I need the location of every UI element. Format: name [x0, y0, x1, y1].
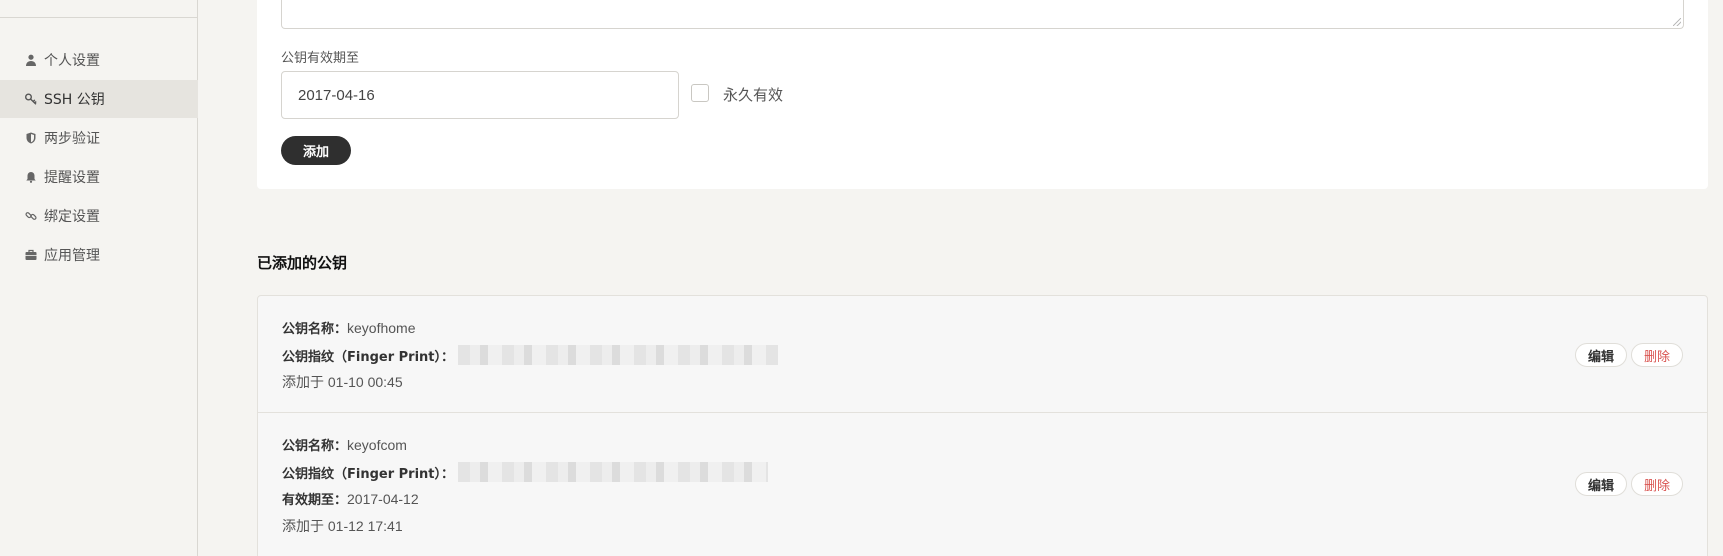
key-name-row: 公钥名称： keyofcom	[282, 435, 407, 455]
key-fingerprint-row: 公钥指纹（Finger Print）：	[282, 345, 779, 365]
link-icon	[24, 209, 38, 223]
sidebar-item-apps[interactable]: 应用管理	[0, 236, 198, 274]
sidebar-item-label: 提醒设置	[44, 170, 100, 186]
sidebar-divider	[0, 17, 198, 18]
edit-button[interactable]: 编辑	[1574, 343, 1627, 367]
bell-icon	[24, 170, 38, 184]
key-expiry-row: 有效期至： 2017-04-12	[282, 489, 419, 509]
section-title: 已添加的公钥	[257, 254, 348, 272]
user-icon	[24, 53, 38, 67]
sidebar-item-label: 个人设置	[44, 53, 100, 69]
sidebar-item-notifications[interactable]: 提醒设置	[0, 158, 198, 196]
key-added-text: 添加于 01-10 00:45	[282, 374, 403, 390]
delete-button[interactable]: 删除	[1630, 472, 1683, 496]
briefcase-icon	[24, 248, 38, 262]
key-expiry-value: 2017-04-12	[347, 490, 419, 507]
key-added-row: 添加于 01-10 00:45	[282, 372, 403, 392]
key-added-row: 添加于 01-12 17:41	[282, 516, 403, 536]
permanent-checkbox[interactable]	[691, 84, 709, 102]
key-name-row: 公钥名称： keyofhome	[282, 318, 416, 338]
key-fingerprint-row: 公钥指纹（Finger Print）：	[282, 462, 769, 482]
sidebar-item-label: 绑定设置	[44, 209, 100, 225]
resize-handle-icon[interactable]	[1673, 18, 1681, 26]
key-added-text: 添加于 01-12 17:41	[282, 518, 403, 534]
key-name-label: 公钥名称：	[282, 439, 348, 454]
key-fingerprint-label: 公钥指纹（Finger Print）：	[282, 349, 455, 365]
redacted-fingerprint	[458, 462, 769, 482]
key-fingerprint-label: 公钥指纹（Finger Print）：	[282, 466, 455, 482]
shield-icon	[24, 131, 38, 145]
add-button[interactable]: 添加	[281, 136, 351, 165]
key-expiry-label: 有效期至：	[282, 493, 348, 508]
key-name-label: 公钥名称：	[282, 322, 348, 337]
sidebar-item-ssh-keys[interactable]: SSH 公钥	[0, 80, 198, 118]
sidebar: 个人设置 SSH 公钥 两步验证 提醒设置 绑定设置 应用管理	[0, 0, 198, 556]
sidebar-item-label: SSH 公钥	[44, 92, 105, 108]
sidebar-item-label: 应用管理	[44, 248, 100, 264]
key-name-value: keyofcom	[347, 436, 407, 453]
sidebar-item-bindings[interactable]: 绑定设置	[0, 197, 198, 235]
key-actions: 编辑 删除	[1574, 472, 1683, 496]
key-actions: 编辑 删除	[1574, 343, 1683, 367]
expiry-label: 公钥有效期至	[281, 51, 360, 66]
list-item: 公钥名称： keyofhome 公钥指纹（Finger Print）： 添加于 …	[258, 296, 1707, 413]
sidebar-nav: 个人设置 SSH 公钥 两步验证 提醒设置 绑定设置 应用管理	[0, 41, 198, 275]
key-content-textarea[interactable]	[281, 0, 1684, 29]
delete-button[interactable]: 删除	[1630, 343, 1683, 367]
permanent-label[interactable]: 永久有效	[723, 84, 783, 105]
sidebar-item-label: 两步验证	[44, 131, 100, 147]
redacted-fingerprint	[458, 345, 779, 365]
key-name-value: keyofhome	[347, 319, 416, 336]
add-key-form: 公钥有效期至 2017-04-16 永久有效 添加	[257, 0, 1708, 189]
key-icon	[24, 92, 38, 106]
sidebar-item-profile[interactable]: 个人设置	[0, 41, 198, 79]
list-item: 公钥名称： keyofcom 公钥指纹（Finger Print）： 有效期至：…	[258, 414, 1707, 556]
sidebar-item-two-factor[interactable]: 两步验证	[0, 119, 198, 157]
edit-button[interactable]: 编辑	[1574, 472, 1627, 496]
expiry-date-input[interactable]: 2017-04-16	[281, 71, 679, 119]
key-list: 公钥名称： keyofhome 公钥指纹（Finger Print）： 添加于 …	[257, 295, 1708, 556]
